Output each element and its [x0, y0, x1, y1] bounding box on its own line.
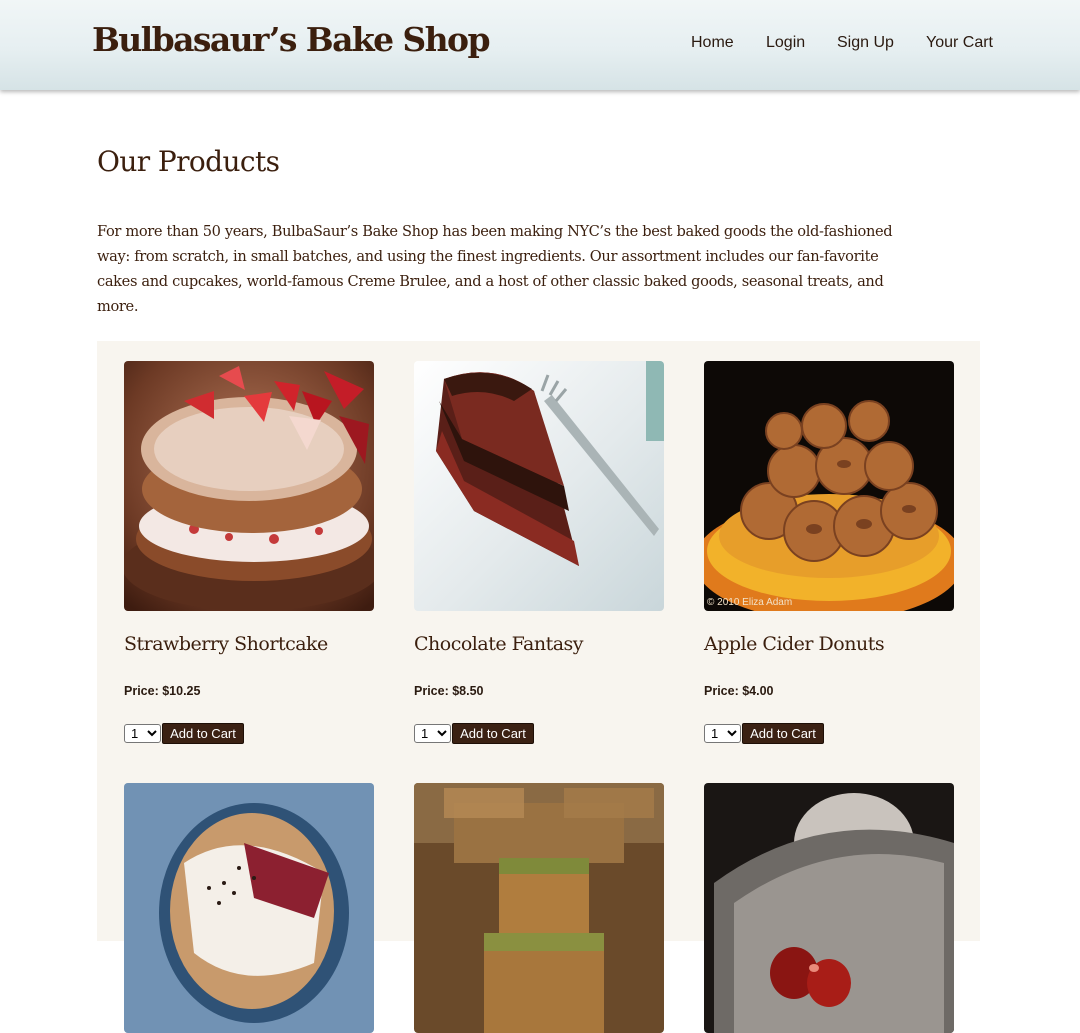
product-name[interactable]: Chocolate Fantasy — [414, 633, 584, 655]
intro-paragraph: For more than 50 years, BulbaSaur’s Bake… — [97, 223, 893, 315]
product-price: Price: $8.50 — [414, 684, 484, 698]
product-name[interactable]: Strawberry Shortcake — [124, 633, 328, 655]
quantity-select[interactable]: 1 — [124, 724, 161, 743]
product-card-baklava — [414, 783, 664, 1033]
page-title: Our Products — [97, 145, 280, 178]
baklava-image[interactable] — [414, 783, 664, 1033]
product-card-pie — [124, 783, 374, 1033]
product-card-strawberry-shortcake: Strawberry Shortcake Price: $10.25 1 Add… — [124, 361, 374, 744]
chocolate-fantasy-image[interactable] — [414, 361, 664, 611]
nav-signup-link[interactable]: Sign Up — [837, 34, 894, 52]
add-to-cart-button[interactable]: Add to Cart — [452, 723, 534, 744]
product-price: Price: $10.25 — [124, 684, 201, 698]
pie-image[interactable] — [124, 783, 374, 1033]
product-card-dessert-bowl — [704, 783, 954, 1033]
product-card-chocolate-fantasy: Chocolate Fantasy Price: $8.50 1 Add to … — [414, 361, 664, 744]
site-logo-title[interactable]: Bulbasaur’s Bake Shop — [92, 20, 491, 59]
apple-cider-donuts-image[interactable]: © 2010 Eliza Adam — [704, 361, 954, 611]
product-card-apple-cider-donuts: © 2010 Eliza Adam Apple Cider Donuts Pri… — [704, 361, 954, 744]
add-to-cart-button[interactable]: Add to Cart — [162, 723, 244, 744]
photo-credit: © 2010 Eliza Adam — [707, 597, 793, 608]
quantity-select[interactable]: 1 — [414, 724, 451, 743]
site-header: Bulbasaur’s Bake Shop Home Login Sign Up… — [0, 0, 1080, 90]
strawberry-shortcake-image[interactable] — [124, 361, 374, 611]
nav-cart-link[interactable]: Your Cart — [926, 34, 993, 52]
nav-home-link[interactable]: Home — [691, 34, 734, 52]
product-name[interactable]: Apple Cider Donuts — [704, 633, 885, 655]
product-grid: Strawberry Shortcake Price: $10.25 1 Add… — [97, 341, 980, 1033]
nav-login-link[interactable]: Login — [766, 34, 805, 52]
add-to-cart-button[interactable]: Add to Cart — [742, 723, 824, 744]
dessert-bowl-image[interactable] — [704, 783, 954, 1033]
quantity-select[interactable]: 1 — [704, 724, 741, 743]
product-price: Price: $4.00 — [704, 684, 774, 698]
